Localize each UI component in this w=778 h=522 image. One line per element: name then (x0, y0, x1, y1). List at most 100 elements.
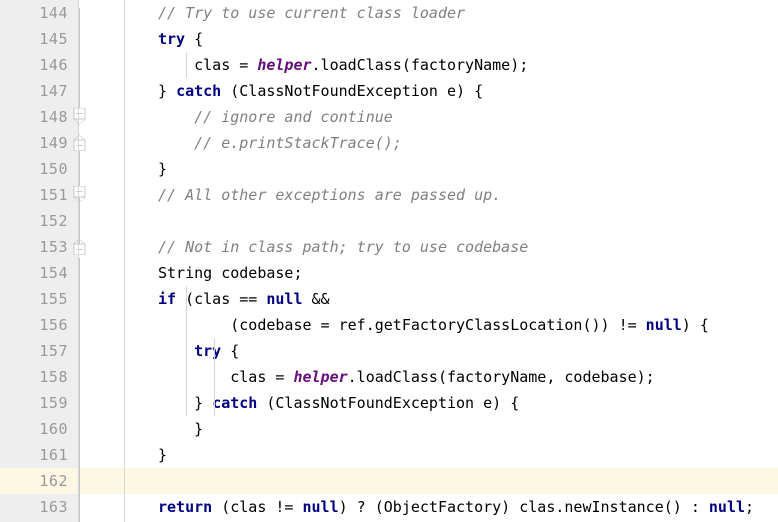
code-line-row[interactable]: 157 try { (0, 338, 778, 364)
code-area-separator (124, 0, 125, 522)
code-token-pln: clas = (158, 368, 294, 386)
code-line-text[interactable]: // Try to use current class loader (158, 0, 465, 26)
code-line-row[interactable]: 158 clas = helper.loadClass(factoryName,… (0, 364, 778, 390)
code-line-row[interactable]: 153 // Not in class path; try to use code… (0, 234, 778, 260)
code-token-kw: return (158, 498, 213, 516)
code-token-pln: (ClassNotFoundException e) { (221, 82, 484, 100)
code-token-pln: ) ? (ObjectFactory) clas.newInstance() : (338, 498, 709, 516)
fold-toggle-icon[interactable] (71, 186, 88, 203)
code-token-pln: } (158, 160, 168, 178)
code-line-row[interactable]: 159 } catch (ClassNotFoundException e) { (0, 390, 778, 416)
code-line-row[interactable]: 145 try { (0, 26, 778, 52)
code-line-row[interactable]: 152 (0, 208, 778, 234)
line-number[interactable]: 159 (0, 390, 78, 416)
code-line-text[interactable]: } (158, 442, 167, 468)
code-token-fld: helper (257, 56, 312, 74)
line-number[interactable]: 154 (0, 260, 78, 286)
line-number[interactable]: 156 (0, 312, 78, 338)
code-line-row[interactable]: 150} (0, 156, 778, 182)
code-token-pln: { (221, 342, 240, 360)
code-token-cmt: // e.printStackTrace(); (158, 134, 402, 152)
code-line-row[interactable]: 161} (0, 442, 778, 468)
indent-guide (186, 52, 187, 78)
line-number[interactable]: 155 (0, 286, 78, 312)
code-token-kw: try (158, 30, 186, 48)
code-line-row[interactable]: 154 String codebase; (0, 260, 778, 286)
code-token-kw: catch (176, 82, 222, 100)
code-line-text[interactable]: } (158, 156, 167, 182)
line-number[interactable]: 158 (0, 364, 78, 390)
code-token-pln: } (158, 82, 177, 100)
code-line-row[interactable]: 160 } (0, 416, 778, 442)
line-number[interactable]: 152 (0, 208, 78, 234)
code-line-text[interactable]: } catch (ClassNotFoundException e) { (158, 390, 519, 416)
fold-toggle-icon[interactable] (71, 238, 88, 255)
line-number[interactable]: 153 (0, 234, 78, 260)
code-line-row[interactable]: 148 // ignore and continue (0, 104, 778, 130)
code-token-pln: (ClassNotFoundException e) { (257, 394, 520, 412)
code-line-text[interactable]: String codebase; (158, 260, 303, 286)
code-line-row[interactable]: 155 if (clas == null && (0, 286, 778, 312)
line-background (78, 156, 778, 182)
code-line-row[interactable]: 144 // Try to use current class loader (0, 0, 778, 26)
code-token-kw: null (708, 498, 746, 516)
line-number[interactable]: 150 (0, 156, 78, 182)
code-line-row[interactable]: 163 return (clas != null) ? (ObjectFactor… (0, 494, 778, 520)
code-line-row[interactable]: 147} catch (ClassNotFoundException e) { (0, 78, 778, 104)
line-number[interactable]: 160 (0, 416, 78, 442)
line-number[interactable]: 144 (0, 0, 78, 26)
code-token-pln: .loadClass(factoryName); (311, 56, 529, 74)
line-number[interactable]: 157 (0, 338, 78, 364)
fold-region-line (79, 258, 80, 522)
code-token-cmt: // All other exceptions are passed up. (158, 186, 502, 204)
line-number[interactable]: 146 (0, 52, 78, 78)
code-line-row[interactable]: 151 // All other exceptions are passed up… (0, 182, 778, 208)
line-number[interactable]: 148 (0, 104, 78, 130)
code-line-text[interactable]: if (clas == null && (158, 286, 330, 312)
code-token-pln: (clas == (176, 290, 267, 308)
code-line-text[interactable]: // e.printStackTrace(); (158, 130, 402, 156)
code-token-cmt: // ignore and continue (158, 108, 393, 126)
line-number[interactable]: 162 (0, 468, 78, 494)
code-line-text[interactable]: // ignore and continue (158, 104, 393, 130)
code-line-text[interactable]: clas = helper.loadClass(factoryName, cod… (158, 364, 655, 390)
code-line-text[interactable]: return (clas != null) ? (ObjectFactory) … (158, 494, 754, 520)
code-line-row[interactable]: 162 (0, 468, 778, 494)
line-number[interactable]: 151 (0, 182, 78, 208)
line-background (78, 468, 778, 494)
code-token-pln: clas = (158, 56, 258, 74)
code-token-kw: null (302, 498, 339, 516)
code-token-pln: .loadClass(factoryName, codebase); (347, 368, 655, 386)
code-token-kw: null (645, 316, 682, 334)
code-line-text[interactable]: // Not in class path; try to use codebas… (158, 234, 528, 260)
code-line-row[interactable]: 156 (codebase = ref.getFactoryClassLocat… (0, 312, 778, 338)
code-line-text[interactable]: try { (158, 338, 239, 364)
code-line-row[interactable]: 146 clas = helper.loadClass(factoryName)… (0, 52, 778, 78)
code-line-text[interactable]: clas = helper.loadClass(factoryName); (158, 52, 528, 78)
code-token-kw: try (194, 342, 222, 360)
code-line-text[interactable]: } catch (ClassNotFoundException e) { (158, 78, 483, 104)
line-number[interactable]: 163 (0, 494, 78, 520)
indent-guide (214, 338, 215, 416)
code-token-kw: null (266, 290, 303, 308)
code-token-pln: } (158, 420, 204, 438)
code-token-pln: } (158, 446, 168, 464)
fold-toggle-icon[interactable] (71, 134, 88, 151)
code-token-kw: catch (212, 394, 258, 412)
code-editor[interactable]: 144 // Try to use current class loader 145… (0, 0, 778, 522)
line-background (78, 208, 778, 234)
code-line-text[interactable]: // All other exceptions are passed up. (158, 182, 501, 208)
line-number[interactable]: 149 (0, 130, 78, 156)
code-line-row[interactable]: 149 // e.printStackTrace(); (0, 130, 778, 156)
line-number[interactable]: 145 (0, 26, 78, 52)
code-line-text[interactable]: } (158, 416, 203, 442)
line-number[interactable]: 161 (0, 442, 78, 468)
gutter-separator (78, 0, 79, 522)
code-line-text[interactable]: try { (158, 26, 203, 52)
fold-toggle-icon[interactable] (71, 108, 88, 125)
code-token-pln (158, 342, 194, 360)
code-line-text[interactable]: (codebase = ref.getFactoryClassLocation(… (158, 312, 709, 338)
code-token-fld: helper (293, 368, 348, 386)
line-number[interactable]: 147 (0, 78, 78, 104)
code-token-pln: ) { (681, 316, 709, 334)
